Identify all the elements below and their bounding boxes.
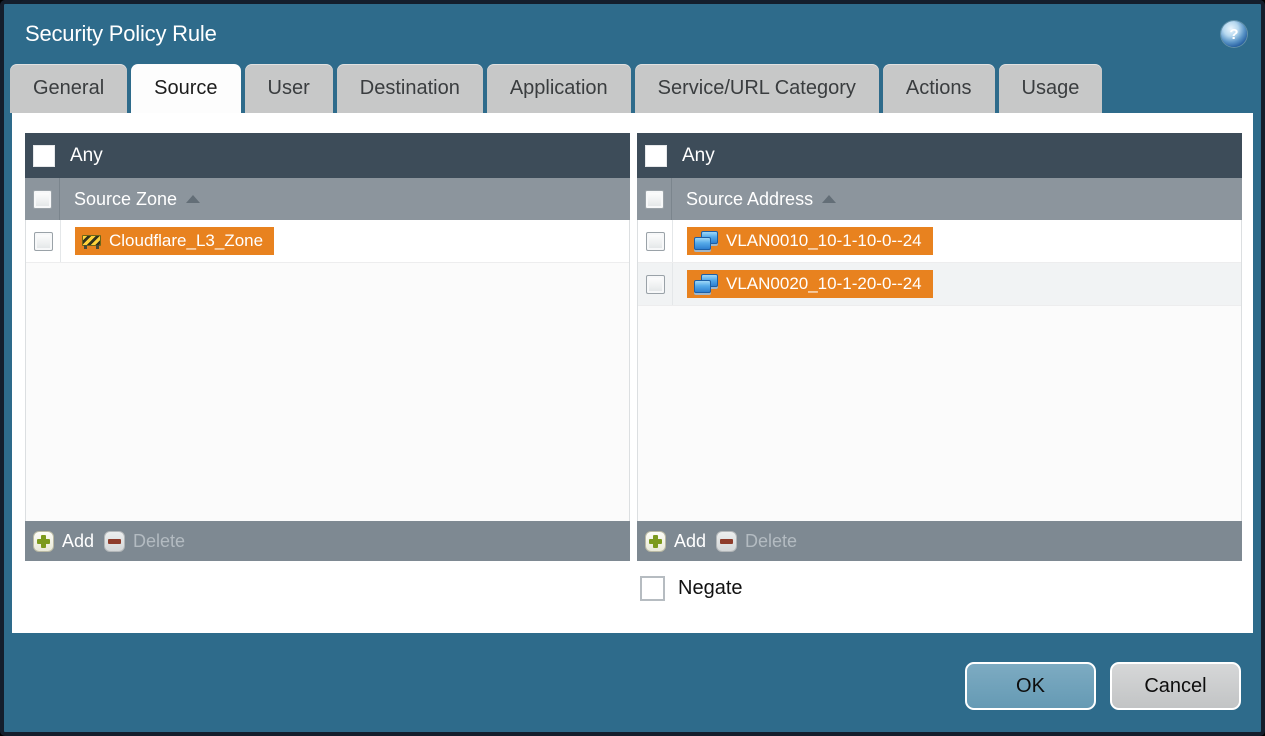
source-address-panel: Any Source Address VLAN0010_10-1-10-0--2… bbox=[637, 133, 1242, 561]
table-row[interactable]: VLAN0010_10-1-10-0--24 bbox=[638, 220, 1241, 263]
tab-source[interactable]: Source bbox=[131, 64, 241, 113]
source-address-column-header[interactable]: Source Address bbox=[637, 178, 1242, 220]
add-button[interactable]: Add bbox=[645, 530, 706, 552]
tab-application[interactable]: Application bbox=[486, 64, 631, 113]
title-bar: Security Policy Rule ? bbox=[4, 4, 1261, 64]
delete-icon bbox=[716, 530, 738, 552]
source-zone-panel: Any Source Zone Cloudflare_L3_Zone Add D… bbox=[25, 133, 630, 561]
tab-bar: General Source User Destination Applicat… bbox=[4, 64, 1261, 113]
dialog-button-bar: OK Cancel bbox=[4, 633, 1261, 732]
source-zone-column-title: Source Zone bbox=[74, 188, 178, 209]
source-address-any-checkbox[interactable] bbox=[645, 144, 667, 167]
source-zone-select-all-checkbox[interactable] bbox=[32, 189, 52, 209]
address-icon bbox=[694, 274, 718, 294]
row-checkbox[interactable] bbox=[645, 274, 665, 294]
negate-checkbox[interactable] bbox=[640, 576, 665, 601]
source-zone-any-label: Any bbox=[70, 144, 103, 166]
zone-entry-label: Cloudflare_L3_Zone bbox=[109, 231, 264, 250]
source-address-any-row: Any bbox=[637, 133, 1242, 178]
source-zone-list: Cloudflare_L3_Zone bbox=[25, 220, 630, 521]
delete-icon bbox=[104, 530, 126, 552]
security-policy-rule-dialog: Security Policy Rule ? General Source Us… bbox=[0, 0, 1265, 736]
negate-control: Negate bbox=[640, 576, 743, 601]
tab-usage[interactable]: Usage bbox=[998, 64, 1103, 113]
add-icon bbox=[33, 530, 54, 552]
source-zone-any-row: Any bbox=[25, 133, 630, 178]
ok-button[interactable]: OK bbox=[965, 662, 1096, 710]
source-address-list: VLAN0010_10-1-10-0--24 VLAN0020_10-1-20-… bbox=[637, 220, 1242, 521]
zone-icon bbox=[82, 234, 101, 249]
dialog-title: Security Policy Rule bbox=[25, 21, 217, 46]
source-address-column-title: Source Address bbox=[686, 188, 814, 209]
table-row[interactable]: VLAN0020_10-1-20-0--24 bbox=[638, 263, 1241, 306]
address-entry-tag[interactable]: VLAN0010_10-1-10-0--24 bbox=[687, 227, 933, 255]
table-row[interactable]: Cloudflare_L3_Zone bbox=[26, 220, 629, 263]
help-icon[interactable]: ? bbox=[1221, 21, 1247, 47]
panels-container: Any Source Zone Cloudflare_L3_Zone Add D… bbox=[25, 133, 1242, 561]
add-button[interactable]: Add bbox=[33, 530, 94, 552]
sort-ascending-icon bbox=[822, 195, 837, 203]
row-checkbox[interactable] bbox=[33, 231, 53, 251]
tab-actions[interactable]: Actions bbox=[882, 64, 995, 113]
tab-user[interactable]: User bbox=[244, 64, 333, 113]
address-entry-label: VLAN0020_10-1-20-0--24 bbox=[726, 274, 922, 293]
tab-destination[interactable]: Destination bbox=[336, 64, 483, 113]
source-address-select-all-checkbox[interactable] bbox=[644, 189, 664, 209]
negate-label: Negate bbox=[678, 577, 743, 599]
source-address-any-label: Any bbox=[682, 144, 715, 166]
source-zone-footer: Add Delete bbox=[25, 521, 630, 561]
add-icon bbox=[645, 530, 666, 552]
tab-general[interactable]: General bbox=[10, 64, 128, 113]
row-checkbox[interactable] bbox=[645, 231, 665, 251]
tab-service-url-category[interactable]: Service/URL Category bbox=[634, 64, 879, 113]
source-zone-column-header[interactable]: Source Zone bbox=[25, 178, 630, 220]
source-zone-any-checkbox[interactable] bbox=[33, 144, 55, 167]
address-icon bbox=[694, 231, 718, 251]
source-address-footer: Add Delete bbox=[637, 521, 1242, 561]
cancel-button[interactable]: Cancel bbox=[1110, 662, 1241, 710]
zone-entry-tag[interactable]: Cloudflare_L3_Zone bbox=[75, 227, 275, 255]
help-glyph: ? bbox=[1229, 25, 1239, 43]
tab-content-source: Any Source Zone Cloudflare_L3_Zone Add D… bbox=[12, 113, 1253, 633]
address-entry-tag[interactable]: VLAN0020_10-1-20-0--24 bbox=[687, 270, 933, 298]
delete-button[interactable]: Delete bbox=[104, 530, 185, 552]
address-entry-label: VLAN0010_10-1-10-0--24 bbox=[726, 231, 922, 250]
sort-ascending-icon bbox=[186, 195, 201, 203]
delete-button[interactable]: Delete bbox=[716, 530, 797, 552]
